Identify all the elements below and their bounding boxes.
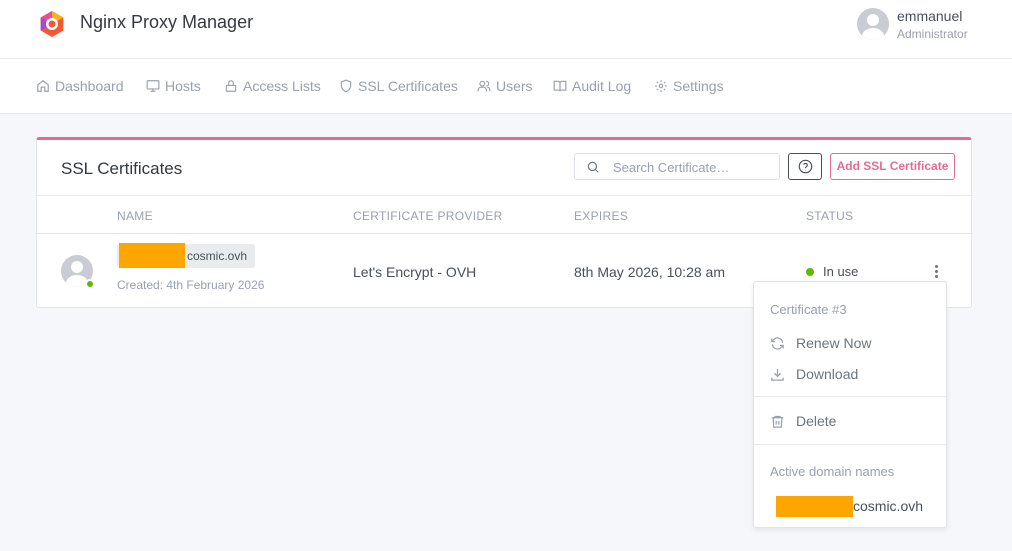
nav-label: Access Lists [243, 78, 321, 94]
nav-label: Dashboard [55, 78, 124, 94]
menu-item-label: Download [796, 366, 859, 382]
search-input[interactable] [613, 158, 773, 176]
book-icon [553, 80, 567, 92]
nav-label: Users [496, 78, 533, 94]
domain-tag[interactable]: cosmic.ovh [117, 243, 256, 268]
column-header-status: STATUS [806, 209, 854, 223]
nav-label: SSL Certificates [358, 78, 458, 94]
download-menu-item[interactable]: Download [754, 361, 946, 387]
help-button[interactable] [788, 153, 822, 180]
certificate-provider: Let's Encrypt - OVH [353, 264, 477, 280]
nav-item-settings[interactable]: Settings [654, 78, 724, 94]
menu-item-label: Renew Now [796, 335, 872, 351]
redaction-block [776, 496, 853, 517]
redaction-block [119, 243, 185, 268]
menu-item-label: Delete [796, 413, 837, 429]
users-icon [477, 80, 491, 92]
search-icon [587, 161, 599, 173]
table-header: NAME CERTIFICATE PROVIDER EXPIRES STATUS [37, 195, 971, 234]
column-header-name: NAME [117, 209, 153, 223]
help-icon [798, 159, 813, 174]
monitor-icon [146, 80, 160, 92]
home-icon [37, 80, 49, 92]
nav-label: Settings [673, 78, 724, 94]
row-actions-menu-icon[interactable] [929, 262, 945, 282]
column-header-provider: CERTIFICATE PROVIDER [353, 209, 503, 223]
dropdown-header: Certificate #3 [770, 302, 847, 317]
dropdown-divider [754, 444, 946, 445]
expires-date: 8th May 2026, 10:28 am [574, 264, 725, 280]
lock-icon [225, 80, 237, 92]
nginx-proxy-manager-logo[interactable] [38, 10, 66, 38]
card-title: SSL Certificates [61, 159, 183, 178]
add-ssl-certificate-button[interactable]: Add SSL Certificate [830, 153, 955, 180]
active-domain-name: cosmic.ovh [853, 498, 924, 514]
top-header: Nginx Proxy Manager emmanuel Administrat… [0, 0, 1012, 59]
renew-now-menu-item[interactable]: Renew Now [754, 330, 946, 356]
delete-menu-item[interactable]: Delete [754, 408, 946, 434]
nav-label: Audit Log [572, 78, 632, 94]
dropdown-divider [754, 396, 946, 397]
status-dot [806, 267, 814, 276]
app-title[interactable]: Nginx Proxy Manager [80, 12, 253, 33]
gear-icon [655, 80, 667, 92]
user-name[interactable]: emmanuel [897, 8, 962, 24]
nav-item-dashboard[interactable]: Dashboard [36, 78, 124, 94]
trash-icon [771, 415, 784, 428]
nav-item-audit-log[interactable]: Audit Log [553, 78, 631, 94]
nav-item-users[interactable]: Users [477, 78, 533, 94]
active-domains-label: Active domain names [770, 464, 895, 479]
download-icon [771, 368, 784, 381]
main-nav: Dashboard Hosts Access Lists SSL Certifi… [0, 59, 1012, 114]
search-box[interactable] [574, 153, 780, 180]
shield-icon [340, 79, 352, 93]
nav-item-hosts[interactable]: Hosts [146, 78, 201, 94]
nav-label: Hosts [165, 78, 201, 94]
active-domain-item: cosmic.ovh [776, 496, 924, 517]
status-badge: In use [806, 264, 858, 279]
status-text: In use [823, 264, 859, 279]
nav-item-access-lists[interactable]: Access Lists [224, 78, 321, 94]
column-header-expires: EXPIRES [574, 209, 629, 223]
nav-item-ssl-certificates[interactable]: SSL Certificates [339, 78, 458, 94]
user-role: Administrator [897, 27, 968, 41]
row-actions-dropdown: Certificate #3 Renew Now Download Delete… [753, 281, 947, 528]
online-indicator [85, 279, 95, 289]
created-date: Created: 4th February 2026 [117, 278, 265, 292]
user-avatar[interactable] [857, 8, 889, 40]
domain-name: cosmic.ovh [187, 249, 248, 263]
refresh-icon [771, 336, 784, 350]
